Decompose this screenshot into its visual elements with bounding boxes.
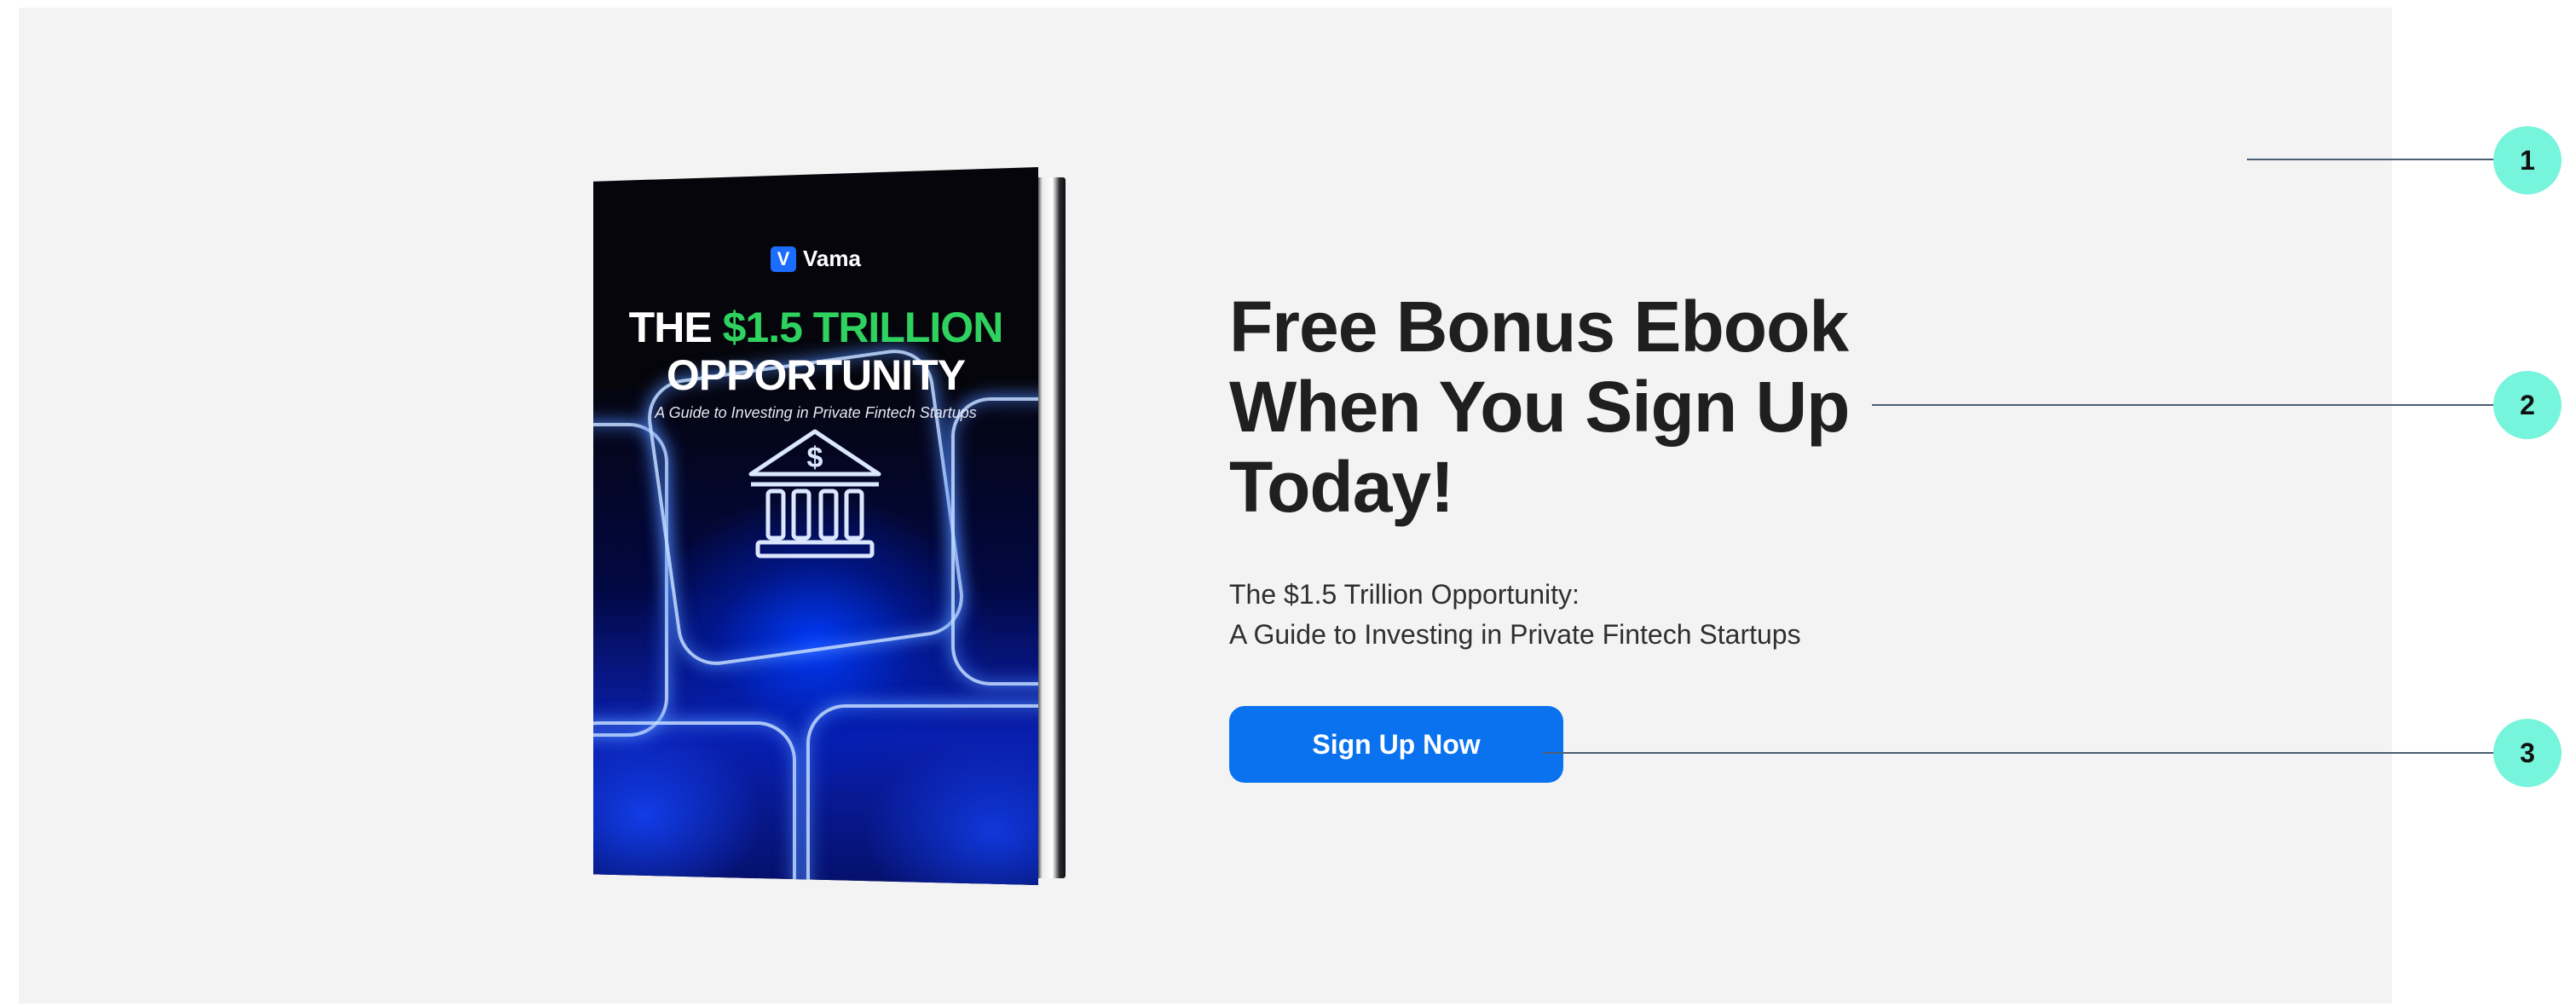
bank-dollar-icon: $ [748,429,881,558]
hero-heading: Free Bonus Ebook When You Sign Up Today! [1229,286,1851,527]
callout-marker-3: 3 [2493,719,2562,787]
vama-logo-icon: V [771,246,797,272]
svg-text:$: $ [807,442,823,474]
cover-subtitle: A Guide to Investing in Private Fintech … [655,404,977,421]
keyboard-glow-background: $ [593,344,1038,885]
cover-title-prefix: THE [628,304,723,351]
vama-logo-text: Vama [803,246,861,271]
callout-line-1 [2247,159,2496,160]
cover-title-highlight: $1.5 TRILLION [722,304,1004,351]
hero-subtitle: The $1.5 Trillion Opportunity: A Guide t… [1229,575,1996,655]
subtitle-line-2: A Guide to Investing in Private Fintech … [1229,619,1801,650]
cover-title: THE $1.5 TRILLION OPPORTUNITY [593,304,1038,399]
key-bottom-right [806,704,1038,885]
book-front-cover: $ V Vama THE $1.5 TRILLION OPPORTUNITY A… [593,167,1038,885]
vama-logo: V Vama [593,246,1038,272]
key-bottom-left [593,721,796,885]
ebook-cover-image: $ V Vama THE $1.5 TRILLION OPPORTUNITY A… [593,167,1067,885]
hero-panel [19,8,2392,1004]
callout-line-3 [1543,752,2496,754]
callout-marker-2: 2 [2493,371,2562,439]
book-page-edges [1037,177,1066,878]
key-right [951,397,1038,686]
cover-title-line2: OPPORTUNITY [666,351,966,399]
callout-line-2 [1872,404,2496,406]
subtitle-line-1: The $1.5 Trillion Opportunity: [1229,579,1580,610]
sign-up-now-button[interactable]: Sign Up Now [1229,706,1563,783]
callout-marker-1: 1 [2493,126,2562,194]
